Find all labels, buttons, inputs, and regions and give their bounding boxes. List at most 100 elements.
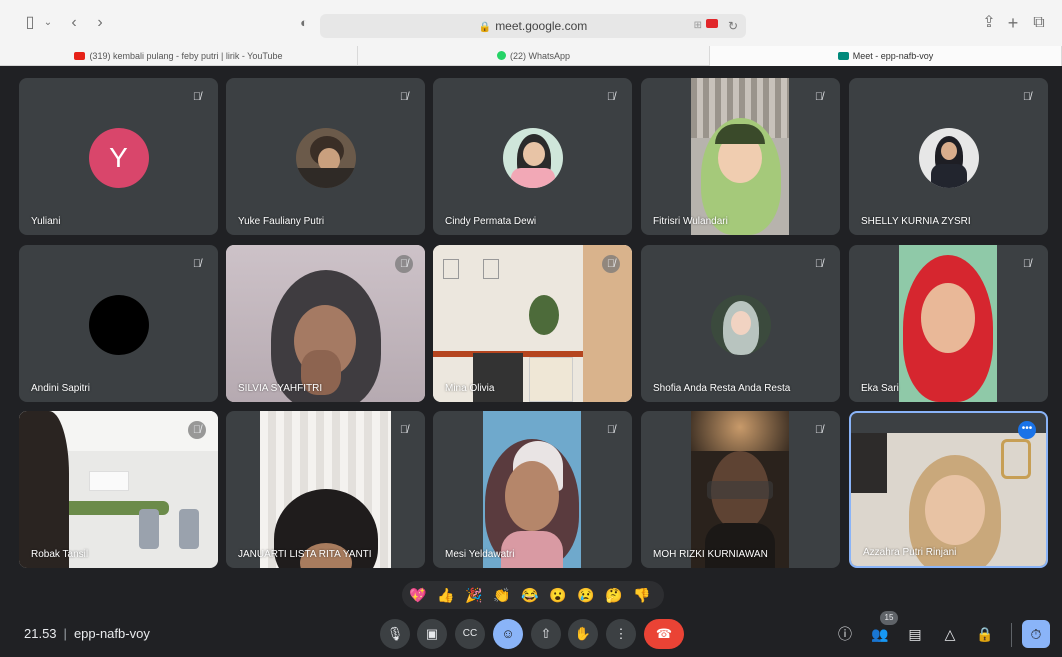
hand-icon: ✋	[574, 626, 592, 641]
participant-name: Cindy Permata Dewi	[445, 216, 537, 227]
mic-off-icon: 🎙̸	[399, 91, 409, 103]
activities-shapes-button[interactable]: △	[939, 623, 961, 645]
timer-button[interactable]: ⏱	[1022, 620, 1050, 648]
chevron-down-icon[interactable]: ⌄	[42, 13, 54, 33]
raise-hand-button[interactable]: ✋	[568, 619, 598, 649]
participant-video	[260, 411, 391, 568]
chat-icon: ▤	[908, 626, 922, 642]
camera-recording-icon[interactable]	[706, 19, 718, 28]
participant-tile[interactable]: 🎙̸ Eka Sari	[849, 245, 1048, 402]
mic-off-icon: 🎙̸	[814, 258, 824, 270]
participant-name: Shofia Anda Resta Anda Resta	[653, 383, 791, 394]
people-button[interactable]: 👥	[869, 623, 891, 645]
new-tab-icon[interactable]: +	[1004, 13, 1022, 33]
reaction-party[interactable]: 🎉	[464, 585, 484, 605]
reaction-surprised[interactable]: 😮	[548, 585, 568, 605]
reaction-thumbs-up[interactable]: 👍	[436, 585, 456, 605]
avatar: Y	[88, 128, 149, 188]
participant-name: Yuliani	[31, 216, 61, 227]
mic-off-icon: 🎙̸	[606, 91, 616, 103]
back-icon[interactable]: ‹	[66, 13, 82, 33]
chat-button[interactable]: ▤	[904, 623, 926, 645]
people-icon: 👥	[871, 626, 889, 642]
mic-off-icon: 🎙̸	[602, 255, 620, 273]
lock-icon: 🔒	[478, 22, 492, 33]
participant-tile[interactable]: 🎙̸ Mesi Yeldawatri	[433, 411, 632, 568]
present-button[interactable]: ⇧	[531, 619, 561, 649]
mic-off-icon: 🎙̸	[188, 421, 206, 439]
tab-overview-icon[interactable]: ⧉	[1030, 13, 1048, 33]
whatsapp-icon	[496, 51, 506, 60]
participant-tile[interactable]: 🎙̸ Robak Tansil	[19, 411, 218, 568]
timer-icon: ⏱	[1030, 626, 1042, 642]
participant-tile[interactable]: 🎙̸ SILVIA SYAHFITRI	[226, 245, 425, 402]
meet-icon	[837, 52, 849, 60]
privacy-shield-icon[interactable]: ◐	[296, 13, 312, 33]
translate-icon[interactable]: ⊞	[694, 14, 702, 38]
participant-name: SHELLY KURNIA ZYSRI	[861, 216, 971, 227]
reload-icon[interactable]: ↻	[728, 14, 738, 38]
participant-name: Mina Olivia	[445, 383, 495, 394]
participant-tile[interactable]: 🎙̸ Yuke Fauliany Putri	[226, 78, 425, 235]
reaction-thumbs-down[interactable]: 👎	[632, 585, 652, 605]
participant-tile[interactable]: 🎙̸ Fitrisri Wulandari	[641, 78, 840, 235]
url-text: meet.google.com	[495, 19, 588, 33]
participant-tile[interactable]: 🎙̸ SHELLY KURNIA ZYSRI	[849, 78, 1048, 235]
participant-tile[interactable]: 🎙̸ Andini Sapitri	[19, 245, 218, 402]
participant-tile[interactable]: 🎙̸ MOH RIZKI KURNIAWAN	[641, 411, 840, 568]
participant-tile[interactable]: 🎙̸ Mina Olivia	[433, 245, 632, 402]
participant-tile[interactable]: 🎙̸ Cindy Permata Dewi	[433, 78, 632, 235]
mic-off-icon: 🎙̸	[1022, 91, 1032, 103]
reactions-button[interactable]: ☺	[493, 619, 523, 649]
leave-call-button[interactable]: ☎	[644, 619, 684, 649]
info-icon: ⓘ	[838, 626, 852, 642]
participant-name: MOH RIZKI KURNIAWAN	[653, 549, 768, 560]
reaction-joy[interactable]: 😂	[520, 585, 540, 605]
sidebar-toggle-icon[interactable]: ▯	[20, 13, 40, 33]
mic-off-icon: 🎙̸	[606, 424, 616, 436]
youtube-icon	[74, 52, 86, 60]
more-options-icon[interactable]: •••	[1018, 421, 1036, 439]
avatar	[710, 295, 771, 355]
browser-chrome: ▯ ⌄ ‹ › ◐ 🔒 meet.google.com ⊞ ↻ ⇪ + ⧉ (31…	[0, 0, 1062, 66]
address-bar[interactable]: 🔒 meet.google.com ⊞ ↻	[320, 14, 746, 38]
participant-tile-self[interactable]: ••• Azzahra Putri Rinjani	[849, 411, 1048, 568]
share-icon[interactable]: ⇪	[980, 13, 998, 33]
mic-off-icon: 🎙̸	[1022, 258, 1032, 270]
meeting-time: 21.53	[24, 626, 57, 641]
meeting-details: 21.53 | epp-nafb-voy	[24, 626, 150, 641]
participant-tile[interactable]: 🎙̸ JANUARTI LISTA RITA YANTI	[226, 411, 425, 568]
captions-icon: CC	[462, 628, 478, 639]
tab-bar: (319) kembali pulang - feby putri | liri…	[0, 46, 1062, 66]
avatar	[295, 128, 356, 188]
participant-video	[226, 245, 425, 402]
reaction-thinking[interactable]: 🤔	[604, 585, 624, 605]
tab-whatsapp[interactable]: (22) WhatsApp	[358, 46, 710, 66]
forward-icon[interactable]: ›	[92, 13, 108, 33]
emoji-icon: ☺	[501, 626, 515, 641]
reaction-sparkling-heart[interactable]: 💖	[408, 585, 428, 605]
microphone-button[interactable]: 🎙	[380, 619, 410, 649]
tab-youtube[interactable]: (319) kembali pulang - feby putri | liri…	[0, 46, 358, 66]
participant-video	[483, 411, 581, 568]
reaction-sad[interactable]: 😢	[576, 585, 596, 605]
more-options-button[interactable]: ⋮	[606, 619, 636, 649]
participant-tile[interactable]: 🎙̸ Y Yuliani	[19, 78, 218, 235]
meeting-controls: 21.53 | epp-nafb-voy 🎙 ▣ CC ☺ ⇧ ✋ ⋮ ☎ ⓘ 15…	[0, 611, 1062, 657]
participant-name: Azzahra Putri Rinjani	[863, 547, 957, 558]
reaction-clap[interactable]: 👏	[492, 585, 512, 605]
reactions-bar: 💖 👍 🎉 👏 😂 😮 😢 🤔 👎	[402, 581, 664, 609]
camera-button[interactable]: ▣	[417, 619, 447, 649]
divider	[1011, 623, 1012, 647]
participant-video	[691, 78, 789, 235]
participant-tile[interactable]: 🎙̸ Shofia Anda Resta Anda Resta	[641, 245, 840, 402]
participant-video	[433, 245, 632, 402]
mic-off-icon: 🎙̸	[814, 91, 824, 103]
mic-off-icon: 🎙̸	[395, 255, 413, 273]
lock-person-icon: 🔒	[976, 626, 994, 642]
participant-name: Eka Sari	[861, 383, 899, 394]
tab-meet[interactable]: Meet - epp-nafb-voy	[710, 46, 1062, 66]
meeting-info-button[interactable]: ⓘ	[834, 623, 856, 645]
captions-button[interactable]: CC	[455, 619, 485, 649]
host-controls-button[interactable]: 🔒	[974, 623, 996, 645]
